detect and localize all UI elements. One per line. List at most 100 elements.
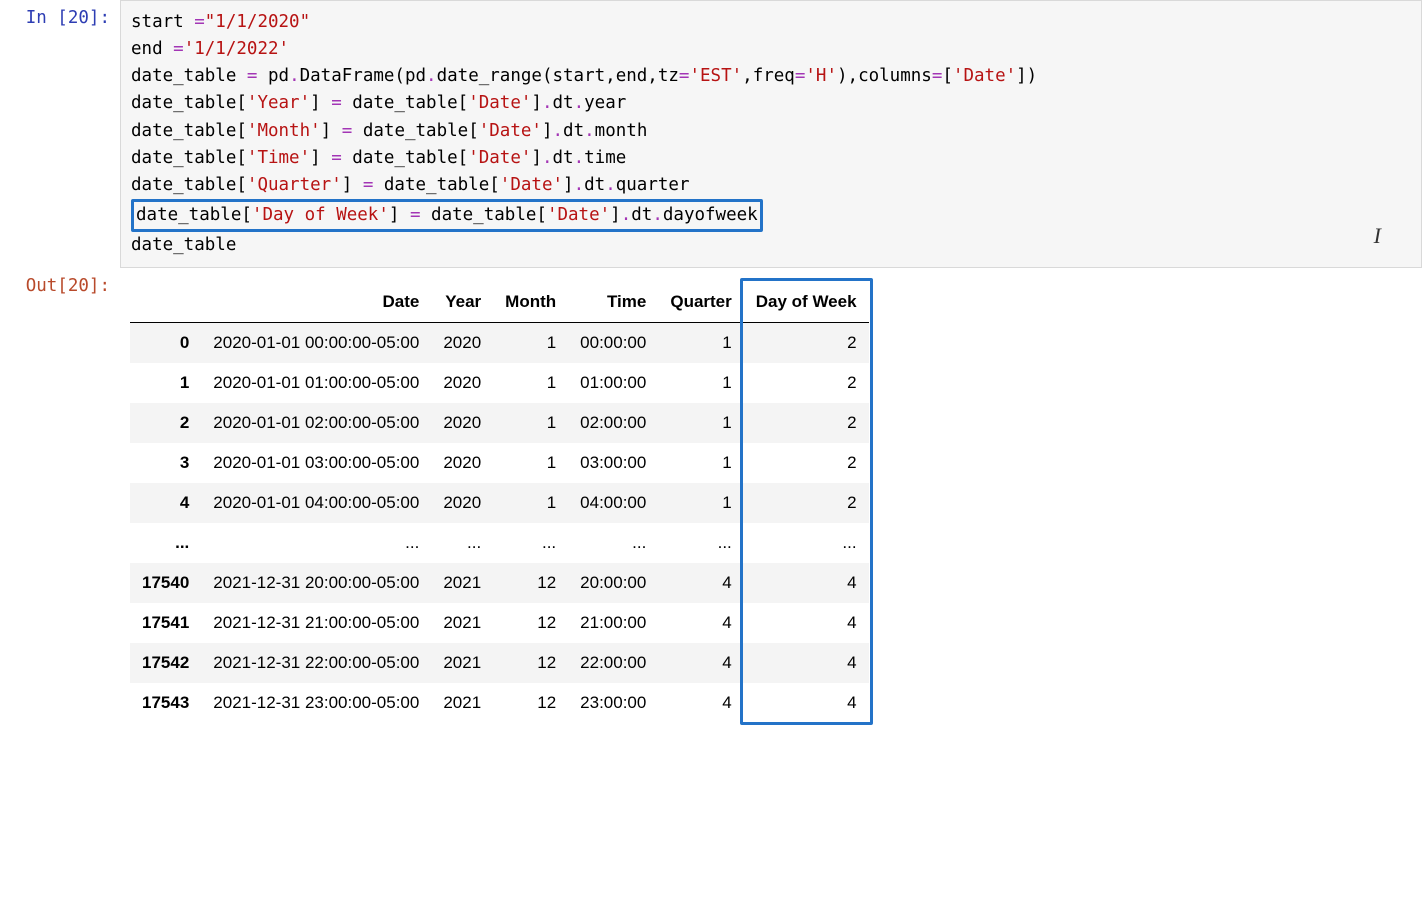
cell: 4: [744, 643, 869, 683]
op: =: [410, 205, 421, 225]
code-text: date_table[: [136, 205, 252, 225]
string-literal: 'Date': [500, 175, 563, 195]
op: .: [542, 93, 553, 113]
input-prompt: In [20]:: [0, 0, 120, 36]
cell: 2021: [431, 683, 493, 723]
code-text: date_table[: [342, 93, 468, 113]
cell: 2020: [431, 323, 493, 364]
op: .: [574, 175, 585, 195]
row-index: 17540: [130, 563, 201, 603]
table-header-year: Year: [431, 282, 493, 323]
code-line: date_table['Year'] = date_table['Date'].…: [131, 90, 1411, 117]
cell: 23:00:00: [568, 683, 658, 723]
op: .: [574, 148, 585, 168]
code-text: dt: [584, 175, 605, 195]
cell: ...: [744, 523, 869, 563]
cell: 02:00:00: [568, 403, 658, 443]
op: .: [426, 66, 437, 86]
code-text: ]: [342, 175, 363, 195]
cell: 1: [493, 483, 568, 523]
cell: 2021: [431, 643, 493, 683]
code-text: dayofweek: [663, 205, 758, 225]
code-text: end: [131, 39, 173, 59]
row-index: 17541: [130, 603, 201, 643]
cell: 12: [493, 603, 568, 643]
code-text: date_table[: [373, 175, 499, 195]
code-text: date_table[: [421, 205, 547, 225]
cell: 2020: [431, 443, 493, 483]
cell: 4: [658, 563, 743, 603]
code-text: date_table[: [131, 121, 247, 141]
cell: ...: [493, 523, 568, 563]
dataframe-table: Date Year Month Time Quarter Day of Week…: [130, 282, 869, 723]
cell: 2: [744, 483, 869, 523]
cell: 1: [658, 483, 743, 523]
op: =: [795, 66, 806, 86]
code-text: ]: [321, 121, 342, 141]
cell: 01:00:00: [568, 363, 658, 403]
code-text: ]: [389, 205, 410, 225]
code-input[interactable]: start ="1/1/2020" end ='1/1/2022' date_t…: [120, 0, 1422, 268]
code-text: start: [131, 12, 194, 32]
cell: 12: [493, 643, 568, 683]
cell: 2021-12-31 23:00:00-05:00: [201, 683, 431, 723]
cell: 1: [493, 323, 568, 364]
cell: 2021-12-31 20:00:00-05:00: [201, 563, 431, 603]
string-literal: 'Day of Week': [252, 205, 389, 225]
op: .: [605, 175, 616, 195]
code-text: DataFrame(pd: [300, 66, 426, 86]
table-row: 175402021-12-31 20:00:00-05:0020211220:0…: [130, 563, 869, 603]
cell: 2021-12-31 21:00:00-05:00: [201, 603, 431, 643]
table-header-day-of-week: Day of Week: [744, 282, 869, 323]
string-literal: 'Date': [953, 66, 1016, 86]
cell: 20:00:00: [568, 563, 658, 603]
table-row: 175412021-12-31 21:00:00-05:0020211221:0…: [130, 603, 869, 643]
code-text: ]: [610, 205, 621, 225]
code-text: ]: [310, 93, 331, 113]
cell: 00:00:00: [568, 323, 658, 364]
code-line-highlighted: date_table['Day of Week'] = date_table['…: [131, 199, 1411, 232]
cell: 21:00:00: [568, 603, 658, 643]
dataframe-wrap: Date Year Month Time Quarter Day of Week…: [130, 282, 869, 723]
code-line: date_table: [131, 232, 1411, 259]
cell: 12: [493, 683, 568, 723]
code-text: ]: [531, 148, 542, 168]
op: =: [331, 93, 342, 113]
cell: 22:00:00: [568, 643, 658, 683]
cell: 4: [744, 683, 869, 723]
cell: 2020-01-01 01:00:00-05:00: [201, 363, 431, 403]
cell: 2: [744, 323, 869, 364]
code-line: start ="1/1/2020": [131, 9, 1411, 36]
cell: 12: [493, 563, 568, 603]
code-text: dt: [631, 205, 652, 225]
table-row: 175432021-12-31 23:00:00-05:0020211223:0…: [130, 683, 869, 723]
code-text: dt: [553, 148, 574, 168]
code-text: ),columns: [837, 66, 932, 86]
cell: 4: [744, 603, 869, 643]
op: .: [574, 93, 585, 113]
op: =: [679, 66, 690, 86]
highlight-box: date_table['Day of Week'] = date_table['…: [131, 199, 763, 232]
code-line: end ='1/1/2022': [131, 36, 1411, 63]
output-area: Date Year Month Time Quarter Day of Week…: [120, 268, 1422, 728]
cell: 2020-01-01 04:00:00-05:00: [201, 483, 431, 523]
cell: 1: [658, 363, 743, 403]
code-text: date_table: [131, 235, 236, 255]
code-text: dt: [553, 93, 574, 113]
cell: 4: [658, 683, 743, 723]
cell: 2021: [431, 603, 493, 643]
table-row: 02020-01-01 00:00:00-05:002020100:00:001…: [130, 323, 869, 364]
code-text: date_table[: [131, 148, 247, 168]
cell: 2021-12-31 22:00:00-05:00: [201, 643, 431, 683]
table-header-quarter: Quarter: [658, 282, 743, 323]
code-text: ]): [1016, 66, 1037, 86]
code-text: date_table[: [131, 93, 247, 113]
code-text: quarter: [616, 175, 690, 195]
cell: 1: [658, 443, 743, 483]
code-text: date_table[: [352, 121, 478, 141]
code-text: [: [942, 66, 953, 86]
code-text: date_table[: [131, 175, 247, 195]
code-line: date_table = pd.DataFrame(pd.date_range(…: [131, 63, 1411, 90]
string-literal: 'Date': [547, 205, 610, 225]
row-index: 17543: [130, 683, 201, 723]
